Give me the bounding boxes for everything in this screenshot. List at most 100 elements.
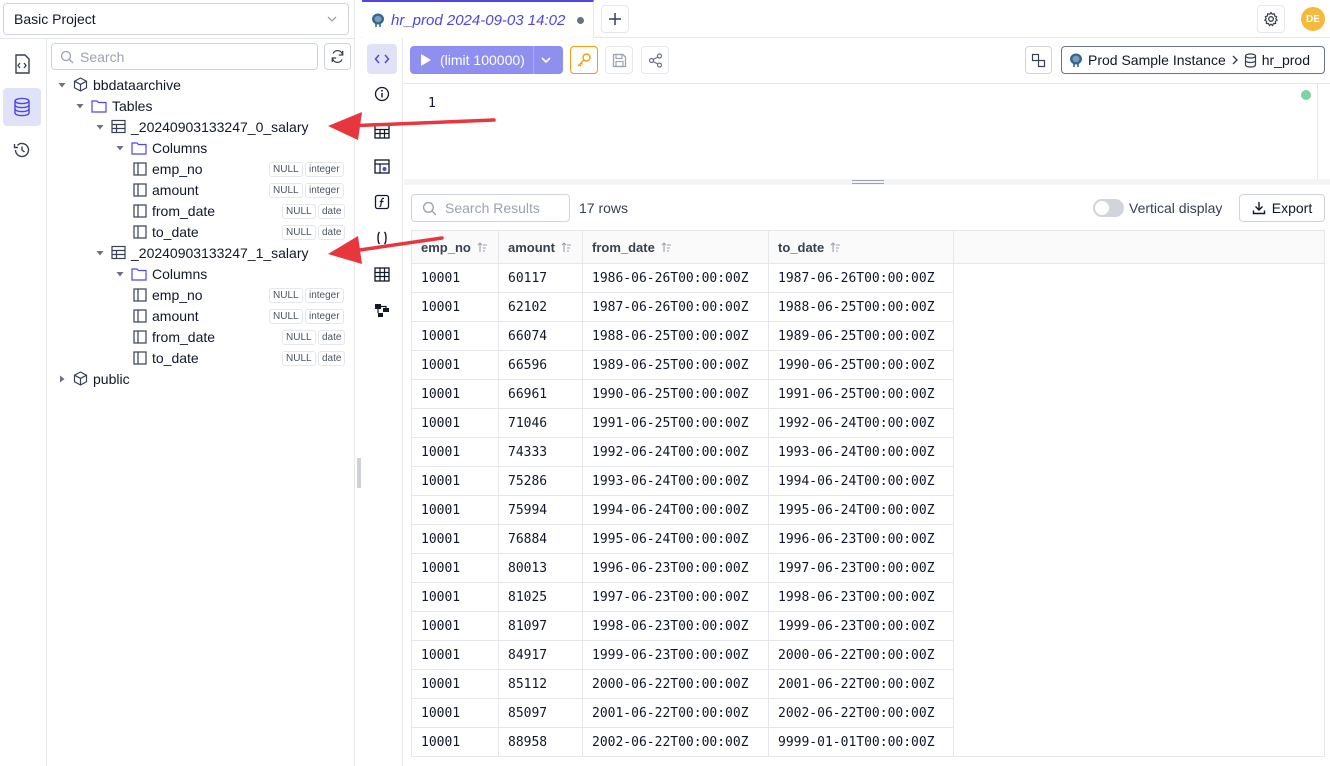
sort-icon[interactable] (830, 241, 841, 253)
table-row[interactable]: 10001 60117 1986-06-26T00:00:00Z 1987-06-26… (412, 264, 954, 293)
code-icon[interactable] (367, 44, 397, 74)
table-cell[interactable]: 1986-06-26T00:00:00Z (583, 264, 769, 293)
settings-button[interactable] (1257, 5, 1285, 33)
project-select[interactable]: Basic Project (3, 3, 349, 35)
sort-icon[interactable] (561, 241, 572, 253)
table-cell[interactable]: 1993-06-24T00:00:00Z (769, 438, 954, 467)
table-cell[interactable]: 1987-06-26T00:00:00Z (769, 264, 954, 293)
tree-column-row[interactable]: emp_no (133, 158, 203, 179)
table-cell[interactable]: 74333 (499, 438, 583, 467)
run-query-button[interactable]: (limit 100000) (410, 46, 563, 74)
tree-folder-columns-1[interactable]: Columns (115, 263, 207, 284)
table-row[interactable]: 10001 75286 1993-06-24T00:00:00Z 1994-06-24… (412, 467, 954, 496)
tree-table-0[interactable]: _20240903133247_0_salary (95, 116, 309, 137)
table-cell[interactable]: 85097 (499, 699, 583, 728)
table-cell[interactable]: 10001 (412, 670, 499, 699)
tree-table-1[interactable]: _20240903133247_1_salary (95, 242, 309, 263)
table-cell[interactable]: 76884 (499, 525, 583, 554)
table-cell[interactable]: 2002-06-22T00:00:00Z (769, 699, 954, 728)
sort-icon[interactable] (661, 241, 672, 253)
table-cell[interactable]: 75286 (499, 467, 583, 496)
table-cell[interactable]: 1990-06-25T00:00:00Z (583, 380, 769, 409)
column-header-to-date[interactable]: to_date (769, 231, 954, 264)
table-cell[interactable]: 1999-06-23T00:00:00Z (769, 612, 954, 641)
editor-scrollbar[interactable] (1317, 84, 1318, 180)
table-cell[interactable]: 10001 (412, 525, 499, 554)
column-header-amount[interactable]: amount (499, 231, 583, 264)
table-row[interactable]: 10001 74333 1992-06-24T00:00:00Z 1993-06-24… (412, 438, 954, 467)
table-cell[interactable]: 1994-06-24T00:00:00Z (583, 496, 769, 525)
export-button[interactable]: Export (1239, 194, 1325, 222)
add-tab-button[interactable] (601, 5, 629, 33)
table-cell[interactable]: 1996-06-23T00:00:00Z (769, 525, 954, 554)
table-cell[interactable]: 1995-06-24T00:00:00Z (769, 496, 954, 525)
table-cell[interactable]: 10001 (412, 467, 499, 496)
results-search-input[interactable]: Search Results (411, 194, 570, 222)
instance-selector[interactable]: Prod Sample Instance hr_prod (1061, 46, 1325, 74)
procedure-icon[interactable] (367, 223, 397, 253)
view-icon[interactable] (367, 151, 397, 181)
table-cell[interactable]: 1991-06-25T00:00:00Z (769, 380, 954, 409)
tree-column-row[interactable]: amount (133, 305, 199, 326)
table-row[interactable]: 10001 85112 2000-06-22T00:00:00Z 2001-06-22… (412, 670, 954, 699)
table-cell[interactable]: 66074 (499, 322, 583, 351)
table-cell[interactable]: 66961 (499, 380, 583, 409)
table-cell[interactable]: 10001 (412, 728, 499, 757)
table-cell[interactable]: 10001 (412, 264, 499, 293)
connection-settings-button[interactable] (1025, 46, 1052, 74)
table-cell[interactable]: 10001 (412, 438, 499, 467)
table-row[interactable]: 10001 75994 1994-06-24T00:00:00Z 1995-06-24… (412, 496, 954, 525)
history-icon[interactable] (3, 131, 41, 169)
chevron-down-icon[interactable] (540, 54, 552, 66)
table-cell[interactable]: 9999-01-01T00:00:00Z (769, 728, 954, 757)
table-cell[interactable]: 81097 (499, 612, 583, 641)
table-row[interactable]: 10001 88958 2002-06-22T00:00:00Z 9999-01-01… (412, 728, 954, 757)
column-header-emp-no[interactable]: emp_no (412, 231, 499, 264)
table-cell[interactable]: 1988-06-25T00:00:00Z (583, 322, 769, 351)
table-cell[interactable]: 1997-06-23T00:00:00Z (583, 583, 769, 612)
table-cell[interactable]: 84917 (499, 641, 583, 670)
table-cell[interactable]: 10001 (412, 293, 499, 322)
table-cell[interactable]: 1990-06-25T00:00:00Z (769, 351, 954, 380)
table-cell[interactable]: 60117 (499, 264, 583, 293)
table-row[interactable]: 10001 80013 1996-06-23T00:00:00Z 1997-06-23… (412, 554, 954, 583)
table-cell[interactable]: 85112 (499, 670, 583, 699)
table-cell[interactable]: 71046 (499, 409, 583, 438)
user-avatar[interactable]: DE (1301, 7, 1325, 31)
worksheet-icon[interactable] (3, 45, 41, 83)
table-cell[interactable]: 1995-06-24T00:00:00Z (583, 525, 769, 554)
vertical-display-toggle[interactable] (1093, 199, 1124, 217)
tree-schema-public[interactable]: public (57, 368, 130, 389)
table-cell[interactable]: 1988-06-25T00:00:00Z (769, 293, 954, 322)
table-cell[interactable]: 62102 (499, 293, 583, 322)
table-cell[interactable]: 1998-06-23T00:00:00Z (583, 612, 769, 641)
tree-column-row[interactable]: amount (133, 179, 199, 200)
table-cell[interactable]: 80013 (499, 554, 583, 583)
diagram-icon[interactable] (367, 295, 397, 325)
sort-icon[interactable] (477, 241, 488, 253)
column-header-from-date[interactable]: from_date (583, 231, 769, 264)
table-cell[interactable]: 10001 (412, 496, 499, 525)
table-cell[interactable]: 66596 (499, 351, 583, 380)
tree-column-row[interactable]: to_date (133, 347, 199, 368)
function-icon[interactable] (367, 187, 397, 217)
admin-mode-button[interactable] (570, 46, 598, 74)
tree-folder-columns-0[interactable]: Columns (115, 137, 207, 158)
table-cell[interactable]: 1992-06-24T00:00:00Z (583, 438, 769, 467)
table-cell[interactable]: 75994 (499, 496, 583, 525)
table-cell[interactable]: 10001 (412, 641, 499, 670)
table-cell[interactable]: 1994-06-24T00:00:00Z (769, 467, 954, 496)
grid-icon[interactable] (367, 259, 397, 289)
tree-column-row[interactable]: from_date (133, 200, 215, 221)
table-cell[interactable]: 1987-06-26T00:00:00Z (583, 293, 769, 322)
table-cell[interactable]: 10001 (412, 322, 499, 351)
table-cell[interactable]: 2000-06-22T00:00:00Z (583, 670, 769, 699)
table-cell[interactable]: 10001 (412, 409, 499, 438)
table-cell[interactable]: 10001 (412, 351, 499, 380)
table-row[interactable]: 10001 66961 1990-06-25T00:00:00Z 1991-06-25… (412, 380, 954, 409)
table-row[interactable]: 10001 76884 1995-06-24T00:00:00Z 1996-06-23… (412, 525, 954, 554)
tree-folder-tables[interactable]: Tables (75, 95, 152, 116)
table-cell[interactable]: 1999-06-23T00:00:00Z (583, 641, 769, 670)
tree-database-bbdataarchive[interactable]: bbdataarchive (57, 74, 181, 95)
table-cell[interactable]: 2002-06-22T00:00:00Z (583, 728, 769, 757)
